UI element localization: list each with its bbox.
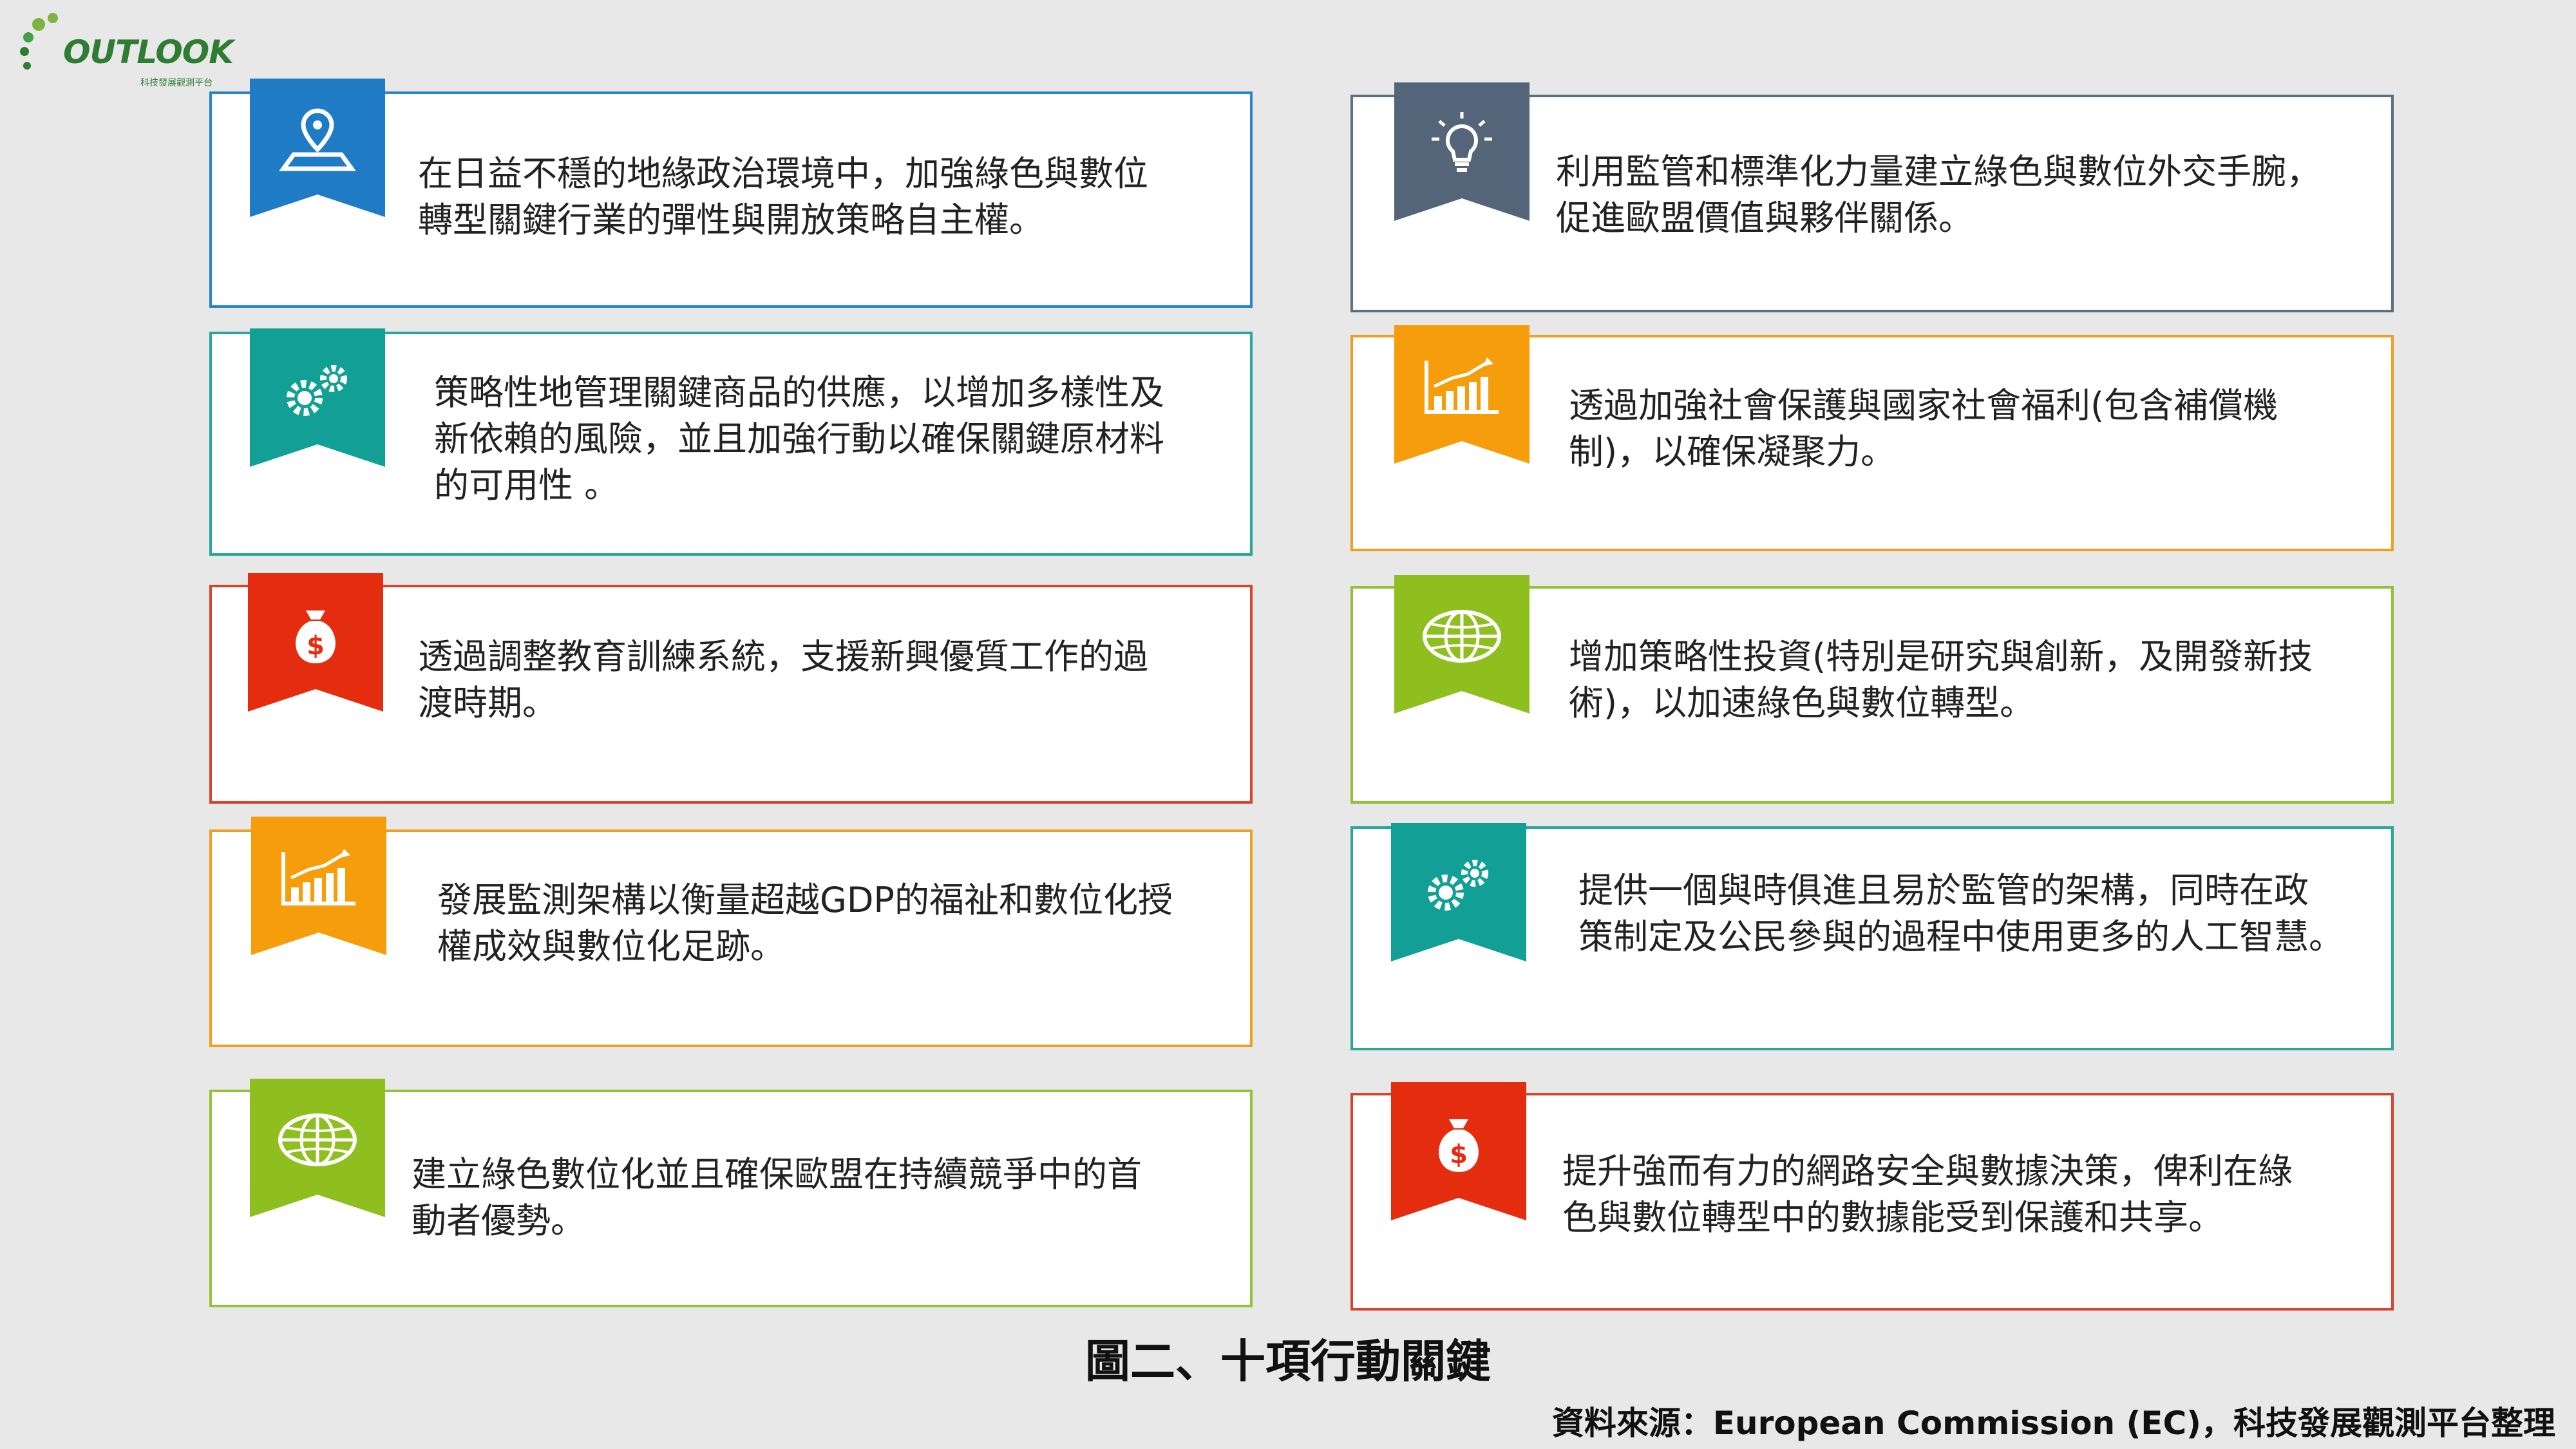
source-note: 資料來源：European Commission (EC)，科技發展觀測平台整理 <box>1551 1405 2555 1442</box>
ribbon-5 <box>250 1079 385 1217</box>
action-text-6: 利用監管和標準化力量建立綠色與數位外交手腕， 促進歐盟價值與夥伴關係。 <box>1556 151 2321 238</box>
ribbon-6 <box>1394 82 1530 221</box>
globe-icon <box>278 1113 357 1166</box>
ribbon-3: $ <box>248 573 383 712</box>
action-text-1: 在日益不穩的地緣政治環境中，加強綠色與數位 轉型關鍵行業的彈性與開放策略自主權。 <box>418 153 1148 240</box>
action-text-7: 透過加強社會保護與國家社會福利(包含補償機 制)，以確保凝聚力。 <box>1569 385 2278 472</box>
money-bag-icon: $ <box>1439 1119 1479 1172</box>
logo-dots-icon <box>20 13 58 70</box>
action-text-2: 策略性地管理關鍵商品的供應，以增加多樣性及 新依賴的風險，並且加強行動以確保關鍵… <box>434 372 1164 506</box>
ribbon-10: $ <box>1391 1082 1526 1220</box>
svg-text:$: $ <box>1450 1140 1468 1170</box>
action-text-3: 透過調整教育訓練系統，支援新興優質工作的過 渡時期。 <box>418 636 1148 723</box>
ribbon-9 <box>1391 823 1526 961</box>
action-text-5: 建立綠色數位化並且確保歐盟在持續競爭中的首 動者優勢。 <box>412 1154 1142 1241</box>
logo-subtitle: 科技發展觀測平台 <box>140 78 213 88</box>
outlook-logo: OUTLOOK 科技發展觀測平台 <box>19 12 238 89</box>
action-text-8: 增加策略性投資(特別是研究與創新，及開發新技 術)，以加速綠色與數位轉型。 <box>1569 636 2313 723</box>
money-bag-icon: $ <box>296 611 336 663</box>
globe-icon <box>1423 610 1501 663</box>
logo-name: OUTLOOK <box>63 33 234 71</box>
map-pin-icon <box>279 108 356 171</box>
ribbon-4 <box>251 817 386 955</box>
ribbon-7 <box>1394 325 1530 464</box>
gears-icon <box>1428 860 1488 911</box>
action-text-10: 提升強而有力的網路安全與數據決策，俾利在綠 色與數位轉型中的數據能受到保護和共享… <box>1562 1151 2293 1238</box>
gears-icon <box>287 365 347 416</box>
svg-text:$: $ <box>307 631 325 661</box>
bar-chart-icon <box>281 849 355 905</box>
action-text-9: 提供一個與時俱進且易於監管的架構，同時在政 策制定及公民參與的過程中使用更多的人… <box>1578 870 2344 957</box>
figure-caption: 圖二、十項行動關鍵 <box>1085 1335 1491 1388</box>
bar-chart-icon <box>1425 357 1499 414</box>
lightbulb-icon <box>1432 112 1492 172</box>
action-text-4: 發展監測架構以衡量超越GDP的福祉和數位化授 權成效與數位化足跡。 <box>437 880 1173 967</box>
ribbon-1 <box>250 79 385 217</box>
ribbon-8 <box>1394 575 1530 714</box>
ribbon-2 <box>250 328 385 467</box>
